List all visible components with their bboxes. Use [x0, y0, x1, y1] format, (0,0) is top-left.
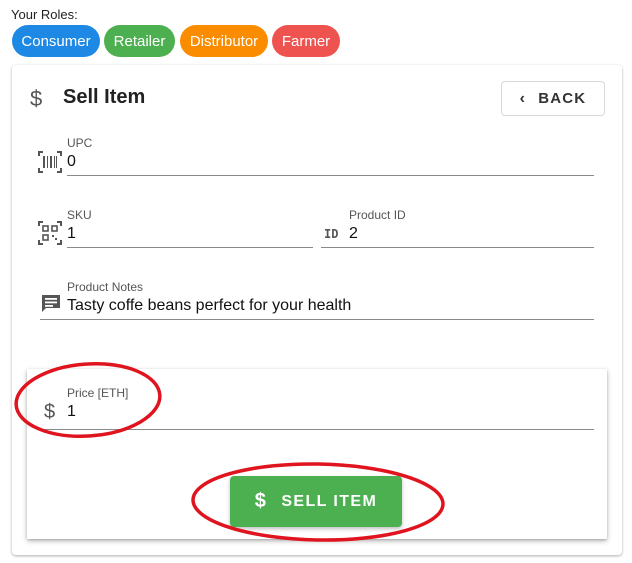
dollar-icon: $	[30, 86, 43, 111]
role-chip-label: Consumer	[21, 32, 91, 50]
role-chip-label: Distributor	[189, 32, 259, 50]
back-button[interactable]: ‹ BACK	[501, 81, 605, 116]
dollar-icon: $	[254, 490, 268, 512]
upc-label: UPC	[67, 136, 93, 150]
product-notes-field[interactable]: Tasty coffe beans perfect for your healt…	[67, 297, 592, 315]
sku-field[interactable]: 1	[67, 225, 307, 243]
product-id-underline	[321, 247, 594, 248]
back-button-label: BACK	[538, 90, 587, 107]
qr-code-icon	[38, 221, 62, 245]
product-notes-label: Product Notes	[67, 280, 144, 294]
price-label: Price [ETH]	[67, 386, 129, 400]
sku-underline	[67, 247, 313, 248]
price-field[interactable]: 1	[67, 403, 592, 421]
role-chip-label: Farmer	[281, 32, 331, 50]
page-title: Sell Item	[63, 86, 146, 108]
role-chip-consumer[interactable]: Consumer	[12, 25, 100, 57]
dollar-icon: $	[44, 401, 56, 423]
role-chip-label: Retailer	[113, 32, 166, 50]
notes-icon	[42, 295, 60, 312]
id-icon: ID	[324, 227, 339, 241]
price-underline	[44, 429, 594, 430]
role-chip-farmer[interactable]: Farmer	[272, 25, 340, 57]
sell-item-button[interactable]: $ SELL ITEM	[230, 476, 402, 527]
barcode-icon	[38, 151, 62, 173]
roles-label: Your Roles:	[11, 7, 78, 22]
upc-field[interactable]: 0	[67, 153, 592, 171]
sku-label: SKU	[67, 208, 92, 222]
product-notes-underline	[40, 319, 594, 320]
chevron-left-icon: ‹	[519, 89, 527, 107]
role-chip-retailer[interactable]: Retailer	[104, 25, 175, 57]
upc-underline	[67, 175, 594, 176]
product-id-label: Product ID	[349, 208, 406, 222]
sell-item-label: SELL ITEM	[281, 492, 378, 510]
role-chip-distributor[interactable]: Distributor	[180, 25, 268, 57]
product-id-field[interactable]: 2	[349, 225, 589, 243]
